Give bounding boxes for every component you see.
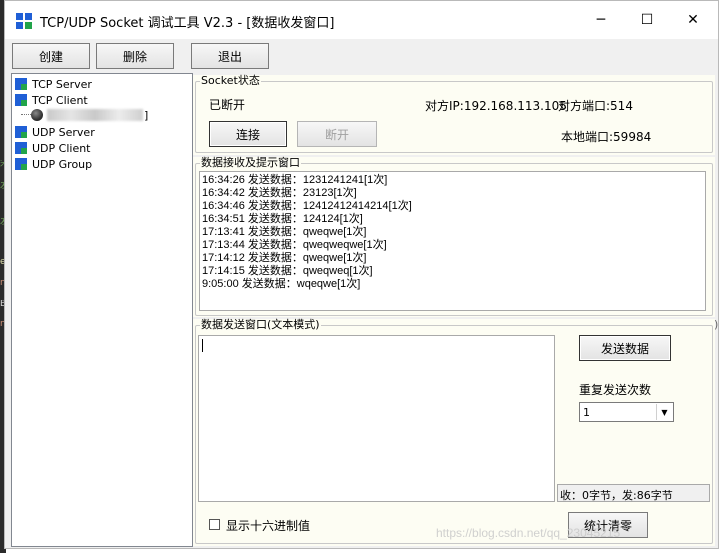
title-bar[interactable]: TCP/UDP Socket 调试工具 V2.3 - [数据收发窗口] ─ ☐ …: [5, 1, 718, 39]
log-line: 17:14:15 发送数据：qweqweq[1次]: [202, 265, 373, 277]
remote-port: 对方端口:514: [558, 99, 633, 113]
receive-legend: 数据接收及提示窗口: [201, 156, 300, 169]
log-line: 17:13:44 发送数据：qweqweqwe[1次]: [202, 239, 387, 251]
tree-item-udp-group[interactable]: UDP Group: [15, 156, 92, 172]
window-title: TCP/UDP Socket 调试工具 V2.3 - [数据收发窗口]: [40, 16, 335, 31]
tree-item-bracket: ]: [144, 108, 149, 122]
tree-item-client-connection[interactable]: ]: [31, 107, 148, 123]
app-window: TCP/UDP Socket 调试工具 V2.3 - [数据收发窗口] ─ ☐ …: [4, 0, 719, 549]
connection-tree[interactable]: TCP Server TCP Client ] UDP Server UDP C…: [11, 73, 193, 547]
connect-button[interactable]: 连接: [209, 121, 287, 147]
create-button[interactable]: 创建: [12, 43, 90, 69]
globe-icon: [31, 109, 43, 121]
network-grid-icon: [15, 78, 27, 90]
send-panel: 数据发送窗口(文本模式) 发送数据 重复发送次数 1 ▼ 收：0字节，发:86字…: [193, 319, 715, 546]
send-input[interactable]: [198, 335, 555, 502]
tree-item-tcp-client[interactable]: TCP Client: [15, 92, 88, 108]
connection-state: 已断开: [209, 98, 246, 112]
log-line: 16:34:46 发送数据：12412412414214[1次]: [202, 200, 412, 212]
tree-item-label: UDP Server: [32, 125, 95, 139]
tree-item-udp-client[interactable]: UDP Client: [15, 140, 91, 156]
repeat-count-value: 1: [583, 406, 590, 419]
log-line: 17:13:41 发送数据：qweqwe[1次]: [202, 226, 367, 238]
remote-ip: 对方IP:192.168.113.105: [425, 99, 567, 113]
tree-item-label: UDP Group: [32, 157, 93, 171]
local-port: 本地端口:59984: [561, 130, 652, 144]
byte-counter: 收：0字节，发:86字节: [557, 484, 710, 502]
repeat-count-label: 重复发送次数: [579, 383, 652, 397]
log-line: 16:34:51 发送数据：124124[1次]: [202, 213, 363, 225]
close-button[interactable]: ✕: [670, 1, 716, 39]
repeat-count-select[interactable]: 1 ▼: [579, 402, 674, 422]
network-grid-icon: [15, 94, 27, 106]
network-grid-icon: [15, 158, 27, 170]
chevron-down-icon[interactable]: ▼: [656, 404, 672, 420]
tree-item-tcp-server[interactable]: TCP Server: [15, 76, 92, 92]
send-data-button[interactable]: 发送数据: [579, 335, 671, 361]
tree-item-udp-server[interactable]: UDP Server: [15, 124, 95, 140]
log-line: 17:14:12 发送数据：qweqwe[1次]: [202, 252, 367, 264]
minimize-button[interactable]: ─: [578, 1, 624, 39]
socket-status-legend: Socket状态: [201, 74, 260, 87]
send-legend: 数据发送窗口(文本模式): [201, 318, 320, 331]
log-line: 9:05:00 发送数据：wqeqwe[1次]: [202, 278, 361, 290]
receive-log[interactable]: 16:34:26 发送数据：1231241241[1次] 16:34:42 发送…: [199, 171, 706, 311]
network-grid-icon: [15, 142, 27, 154]
exit-button[interactable]: 退出: [191, 43, 269, 69]
tree-item-label: TCP Client: [32, 93, 88, 107]
app-icon: [16, 13, 32, 29]
tree-item-label: TCP Server: [32, 77, 92, 91]
hex-display-checkbox[interactable]: [209, 519, 220, 530]
disconnect-button[interactable]: 断开: [297, 121, 377, 147]
maximize-button[interactable]: ☐: [624, 1, 670, 39]
background-glyph: ): [714, 318, 719, 331]
log-line: 16:34:42 发送数据：23123[1次]: [202, 187, 357, 199]
receive-panel: 数据接收及提示窗口 16:34:26 发送数据：1231241241[1次] 1…: [193, 157, 715, 317]
network-grid-icon: [15, 126, 27, 138]
socket-status-panel: Socket状态 已断开 对方IP:192.168.113.105 对方端口:5…: [193, 75, 715, 155]
hex-display-label: 显示十六进制值: [226, 519, 311, 533]
log-line: 16:34:26 发送数据：1231241241[1次]: [202, 174, 388, 186]
tree-item-label: UDP Client: [32, 141, 91, 155]
redacted-label: [47, 109, 143, 121]
text-caret: [202, 339, 203, 352]
watermark: https://blog.csdn.net/qq_23045215: [436, 526, 621, 540]
delete-button[interactable]: 删除: [96, 43, 174, 69]
